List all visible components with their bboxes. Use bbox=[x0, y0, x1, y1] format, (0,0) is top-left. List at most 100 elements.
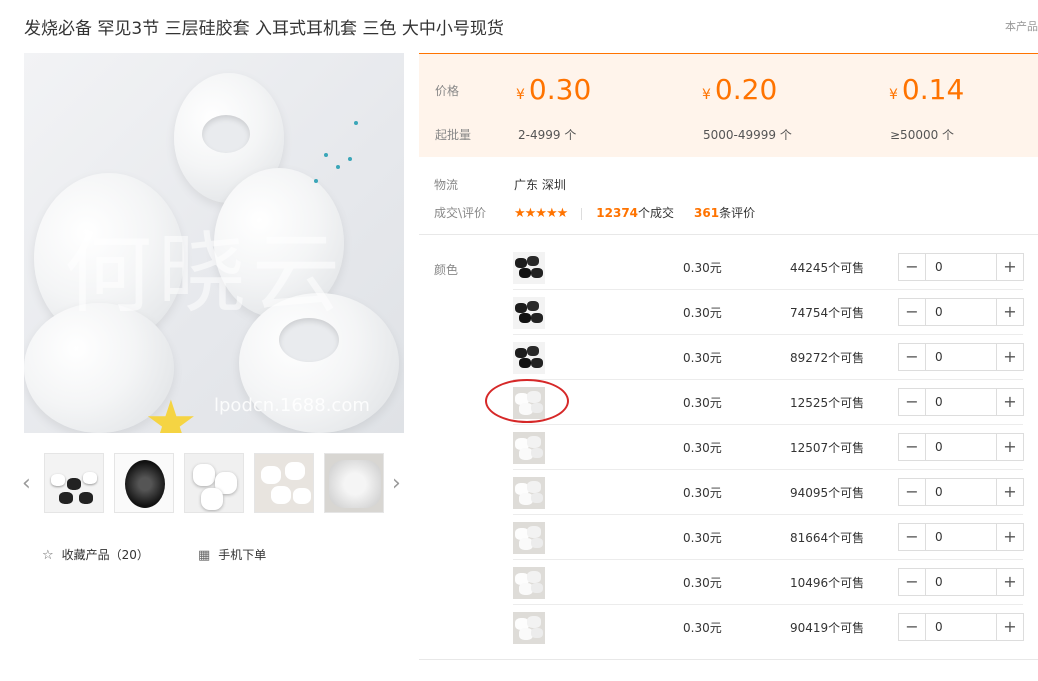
chevron-right-icon[interactable]: › bbox=[392, 471, 401, 496]
plus-button[interactable]: + bbox=[996, 389, 1023, 415]
decor-dot bbox=[324, 153, 328, 157]
quantity-input[interactable] bbox=[927, 299, 995, 325]
quantity-input[interactable] bbox=[927, 254, 995, 280]
sku-stock: 74754个可售 bbox=[790, 306, 865, 320]
minus-button[interactable]: − bbox=[899, 614, 926, 640]
sku-price: 0.30元 bbox=[683, 621, 722, 635]
quantity-input[interactable] bbox=[927, 344, 995, 370]
main-product-image[interactable]: ★ 何晓云 lpodcn.1688.com bbox=[24, 53, 404, 433]
sku-price: 0.30元 bbox=[683, 531, 722, 545]
sku-swatch-image[interactable] bbox=[513, 432, 545, 464]
sku-stock: 12525个可售 bbox=[790, 396, 865, 410]
decor-dot bbox=[314, 179, 318, 183]
quantity-stepper: −+ bbox=[898, 253, 1024, 281]
sku-stock: 89272个可售 bbox=[790, 351, 865, 365]
sku-stock: 10496个可售 bbox=[790, 576, 865, 590]
minus-button[interactable]: − bbox=[899, 299, 926, 325]
thumbnail-4[interactable] bbox=[254, 453, 314, 513]
plus-button[interactable]: + bbox=[996, 479, 1023, 505]
minus-button[interactable]: − bbox=[899, 254, 926, 280]
thumbnail-1[interactable] bbox=[44, 453, 104, 513]
price-tier-2: ¥0.20 bbox=[702, 73, 778, 106]
plus-button[interactable]: + bbox=[996, 299, 1023, 325]
qty-tier-3: ≥50000 个 bbox=[890, 128, 955, 142]
plus-button[interactable]: + bbox=[996, 434, 1023, 460]
sku-swatch-image[interactable] bbox=[513, 477, 545, 509]
sku-price: 0.30元 bbox=[683, 306, 722, 320]
logistics-value: 广东 深圳 bbox=[514, 178, 566, 192]
quantity-input[interactable] bbox=[927, 434, 995, 460]
price-box: 价格 起批量 ¥0.30 ¥0.20 ¥0.14 2-4999 个 5000-4… bbox=[419, 53, 1038, 157]
plus-button[interactable]: + bbox=[996, 569, 1023, 595]
quantity-input[interactable] bbox=[927, 524, 995, 550]
sku-stock: 90419个可售 bbox=[790, 621, 865, 635]
minus-button[interactable]: − bbox=[899, 479, 926, 505]
thumbnail-5[interactable] bbox=[324, 453, 384, 513]
corner-note: 本产品 bbox=[1005, 20, 1038, 33]
sku-stock: 94095个可售 bbox=[790, 486, 865, 500]
quantity-stepper: −+ bbox=[898, 298, 1024, 326]
minus-button[interactable]: − bbox=[899, 569, 926, 595]
reviews-suffix: 条评价 bbox=[719, 206, 756, 220]
quantity-input[interactable] bbox=[927, 614, 995, 640]
thumbnail-3[interactable] bbox=[184, 453, 244, 513]
favorite-button[interactable]: ☆ 收藏产品（20） bbox=[42, 546, 149, 563]
sku-price: 0.30元 bbox=[683, 396, 722, 410]
sku-swatch-image[interactable] bbox=[513, 342, 545, 374]
sku-swatch-image[interactable] bbox=[513, 612, 545, 644]
sku-swatch-image[interactable] bbox=[513, 297, 545, 329]
favorite-label: 收藏产品（20） bbox=[61, 548, 149, 562]
sku-swatch-image[interactable] bbox=[513, 567, 545, 599]
quantity-stepper: −+ bbox=[898, 613, 1024, 641]
earplug-hole bbox=[202, 115, 250, 153]
price-tier-3: ¥0.14 bbox=[889, 73, 965, 106]
price-label: 价格 bbox=[435, 84, 460, 98]
qty-tier-1: 2-4999 个 bbox=[518, 128, 577, 142]
sku-row: 0.30元 89272个可售 − + bbox=[513, 335, 1024, 380]
sku-price: 0.30元 bbox=[683, 486, 722, 500]
chevron-left-icon[interactable]: ‹ bbox=[22, 471, 31, 496]
divider bbox=[419, 234, 1038, 235]
qty-label: 起批量 bbox=[435, 128, 472, 142]
minus-button[interactable]: − bbox=[899, 344, 926, 370]
deals-suffix: 个成交 bbox=[638, 206, 675, 220]
sku-price: 0.30元 bbox=[683, 351, 722, 365]
reviews-label: 成交\评价 bbox=[434, 206, 487, 220]
reviews-row: 成交\评价 ★★★★★ 12374个成交 361条评价 bbox=[434, 204, 755, 221]
sku-row: 0.30元81664个可售−+ bbox=[513, 515, 1024, 560]
thumbnail-strip: ‹ › bbox=[22, 453, 404, 515]
plus-button[interactable]: + bbox=[996, 254, 1023, 280]
quantity-stepper: −+ bbox=[898, 478, 1024, 506]
plus-button[interactable]: + bbox=[996, 344, 1023, 370]
sku-row: 0.30元12507个可售−+ bbox=[513, 425, 1024, 470]
sku-swatch-image[interactable] bbox=[513, 252, 545, 284]
minus-button[interactable]: − bbox=[899, 389, 926, 415]
price-tier-1: ¥0.30 bbox=[516, 73, 592, 106]
thumbnail-2[interactable] bbox=[114, 453, 174, 513]
plus-button[interactable]: + bbox=[996, 614, 1023, 640]
decor-dot bbox=[336, 165, 340, 169]
sku-price: 0.30元 bbox=[683, 441, 722, 455]
sku-row: 0.30元94095个可售−+ bbox=[513, 470, 1024, 515]
mobile-order-button[interactable]: ▦ 手机下单 bbox=[198, 546, 266, 563]
watermark-url: lpodcn.1688.com bbox=[214, 395, 370, 416]
quantity-input[interactable] bbox=[927, 569, 995, 595]
sku-stock: 12507个可售 bbox=[790, 441, 865, 455]
minus-button[interactable]: − bbox=[899, 434, 926, 460]
logistics-label: 物流 bbox=[434, 178, 459, 192]
quantity-stepper: −+ bbox=[898, 433, 1024, 461]
quantity-stepper: −+ bbox=[898, 388, 1024, 416]
reviews-count[interactable]: 361 bbox=[694, 206, 719, 220]
plus-button[interactable]: + bbox=[996, 524, 1023, 550]
sku-row: 0.30元 10496个可售 − + bbox=[513, 560, 1024, 605]
quantity-input[interactable] bbox=[927, 389, 995, 415]
minus-button[interactable]: − bbox=[899, 524, 926, 550]
quantity-input[interactable] bbox=[927, 479, 995, 505]
watermark-text: 何晓云 bbox=[64, 222, 347, 325]
deals-count[interactable]: 12374 bbox=[596, 206, 638, 220]
star-outline-icon: ☆ bbox=[42, 548, 54, 563]
sku-swatch-image[interactable] bbox=[513, 522, 545, 554]
quantity-stepper: −+ bbox=[898, 523, 1024, 551]
sku-price: 0.30元 bbox=[683, 576, 722, 590]
decor-dot bbox=[354, 121, 358, 125]
